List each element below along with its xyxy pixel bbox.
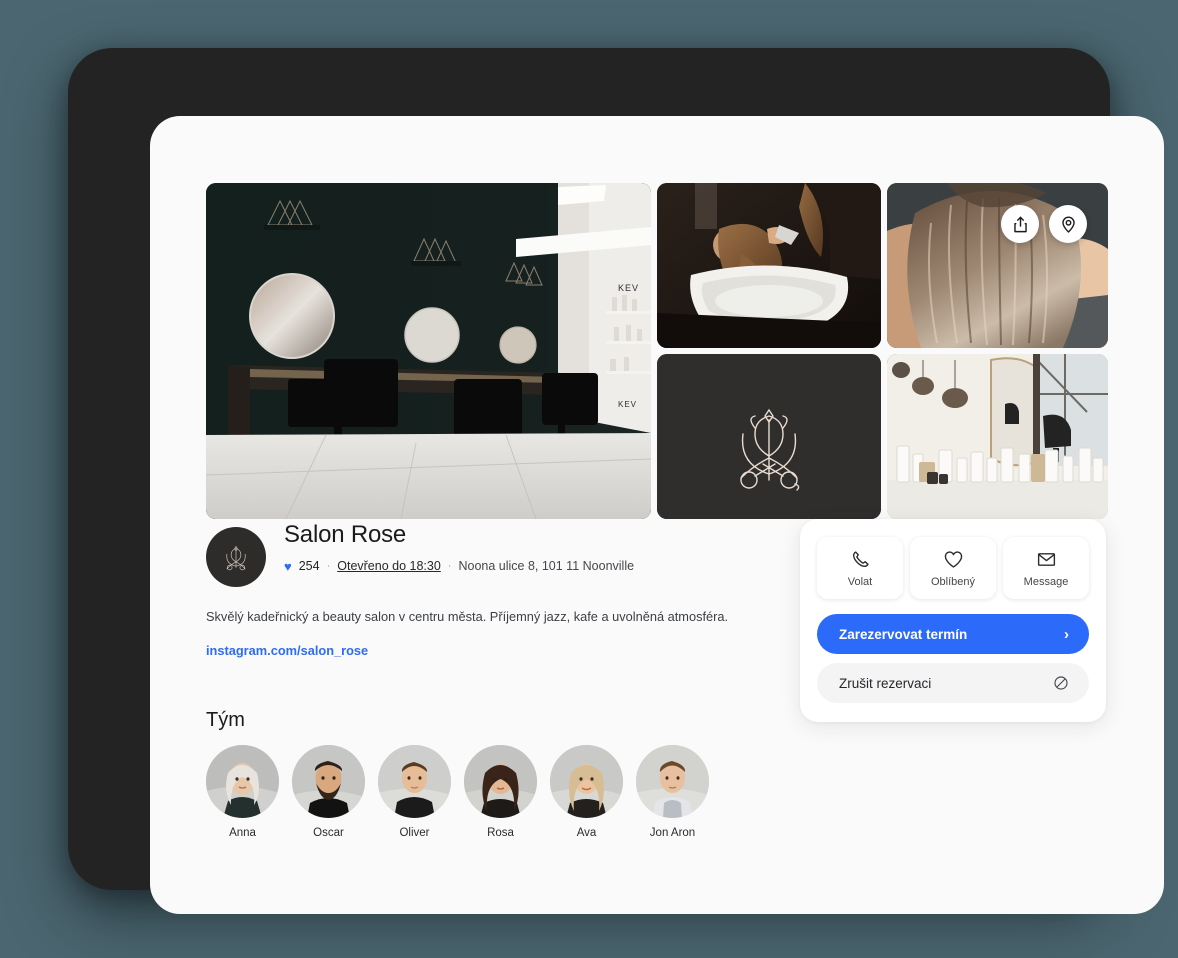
phone-icon xyxy=(852,550,869,567)
heart-icon: ♥ xyxy=(284,558,292,574)
action-card: Volat Oblíbený Message Zarezervovat term… xyxy=(800,519,1106,722)
avatar xyxy=(292,745,365,818)
chevron-right-icon: › xyxy=(1064,625,1069,643)
salon-header: Salon Rose ♥ 254 · Otevřeno do 18:30 · N… xyxy=(206,521,634,587)
salon-logo-icon xyxy=(226,545,246,571)
like-count: 254 xyxy=(298,559,320,574)
team-member-name: Anna xyxy=(229,827,256,839)
salon-address: Noona ulice 8, 101 11 Noonville xyxy=(458,559,635,574)
avatar xyxy=(550,745,623,818)
salon-name: Salon Rose xyxy=(284,521,407,548)
meta-separator: · xyxy=(326,560,331,573)
team-member[interactable]: Ava xyxy=(550,745,623,839)
gallery-tile-salon-products[interactable] xyxy=(887,354,1108,519)
team-member-name: Jon Aron xyxy=(649,827,696,839)
team-member[interactable]: Anna xyxy=(206,745,279,839)
gallery-floating-actions xyxy=(1001,205,1087,243)
svg-text:KEV: KEV xyxy=(618,400,637,409)
cancel-reservation-label: Zrušit rezervaci xyxy=(839,675,932,691)
team-member[interactable]: Oliver xyxy=(378,745,451,839)
book-appointment-button[interactable]: Zarezervovat termín › xyxy=(817,614,1089,654)
team-member[interactable]: Oscar xyxy=(292,745,365,839)
quick-actions-row: Volat Oblíbený Message xyxy=(817,537,1089,599)
photo-gallery: KEV KEV xyxy=(206,183,1108,519)
gallery-tile-salon-interior[interactable]: KEV KEV xyxy=(206,183,651,519)
gallery-tile-hair-washing[interactable] xyxy=(657,183,881,348)
svg-text:KEV: KEV xyxy=(618,283,639,293)
team-member-name: Oliver xyxy=(399,827,430,839)
meta-separator: · xyxy=(447,560,452,573)
call-button[interactable]: Volat xyxy=(817,537,903,599)
gallery-tile-salon-logo[interactable] xyxy=(657,354,881,519)
book-appointment-label: Zarezervovat termín xyxy=(839,626,968,642)
call-button-label: Volat xyxy=(847,575,873,588)
opening-hours[interactable]: Otevřeno do 18:30 xyxy=(337,559,441,573)
salon-description: Skvělý kadeřnický a beauty salon v centr… xyxy=(206,609,729,624)
avatar xyxy=(464,745,537,818)
avatar xyxy=(206,745,279,818)
device-frame: KEV KEV Salon Rose ♥ 254 · Otevřeno do 1… xyxy=(68,48,1164,914)
share-icon[interactable] xyxy=(1001,205,1039,243)
location-pin-icon[interactable] xyxy=(1049,205,1087,243)
envelope-icon xyxy=(1037,552,1055,566)
team-member[interactable]: Rosa xyxy=(464,745,537,839)
team-member[interactable]: Jon Aron xyxy=(636,745,709,839)
favorite-button[interactable]: Oblíbený xyxy=(910,537,996,599)
message-button[interactable]: Message xyxy=(1003,537,1089,599)
salon-instagram-link[interactable]: instagram.com/salon_rose xyxy=(206,643,368,658)
avatar xyxy=(636,745,709,818)
team-member-name: Ava xyxy=(576,827,597,839)
team-member-name: Rosa xyxy=(487,827,514,839)
cancel-reservation-button[interactable]: Zrušit rezervaci xyxy=(817,663,1089,703)
ban-icon xyxy=(1053,675,1069,691)
message-button-label: Message xyxy=(1023,575,1069,588)
favorite-button-label: Oblíbený xyxy=(930,575,976,588)
avatar xyxy=(378,745,451,818)
device-screen: KEV KEV Salon Rose ♥ 254 · Otevřeno do 1… xyxy=(150,116,1164,914)
salon-avatar xyxy=(206,527,266,587)
team-member-name: Oscar xyxy=(313,827,344,839)
team-list: Anna Oscar Oliver Rosa Ava Jon Aron xyxy=(206,745,709,839)
team-heading: Tým xyxy=(206,709,245,731)
heart-icon xyxy=(944,550,962,568)
salon-meta-row: ♥ 254 · Otevřeno do 18:30 · Noona ulice … xyxy=(284,559,634,573)
